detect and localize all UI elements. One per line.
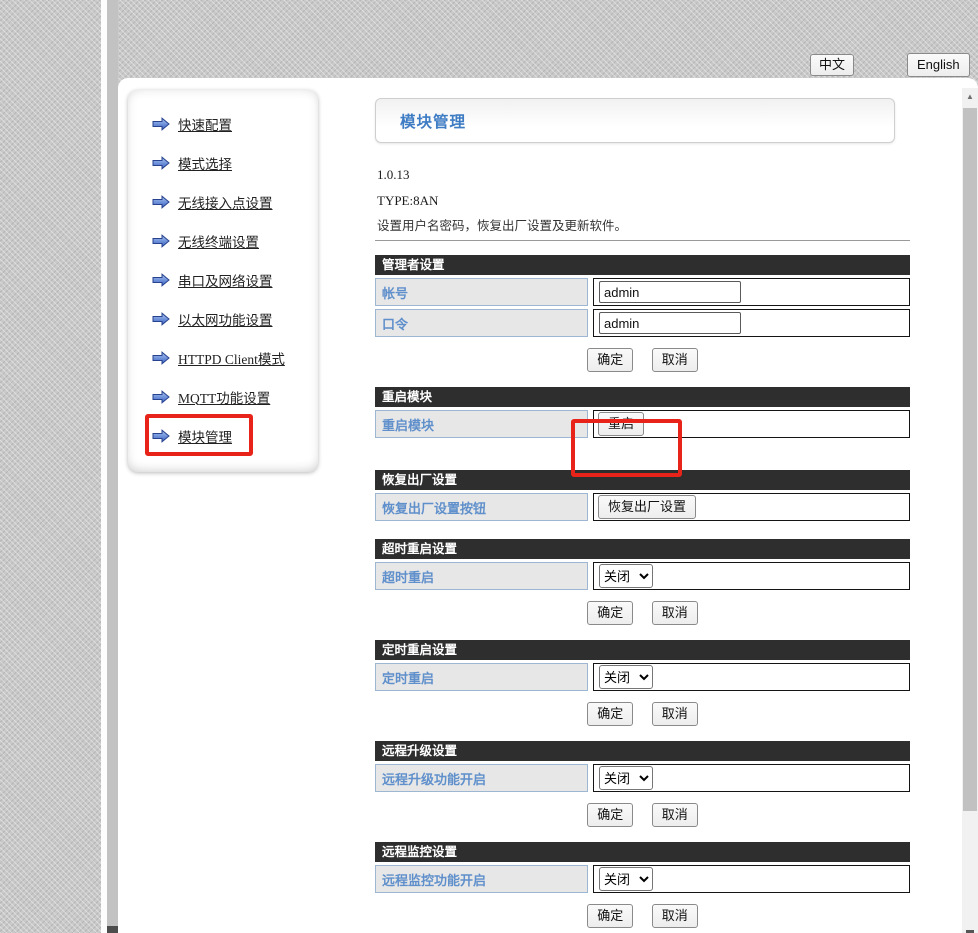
section-header: 超时重启设置 <box>375 539 910 559</box>
ok-button[interactable]: 确定 <box>587 904 633 928</box>
row-value: 关闭 <box>593 764 910 792</box>
desktop-background: 中文 English 快速配置 模式选择 无线接入点设置 无线终端设置 <box>0 0 978 933</box>
cancel-button[interactable]: 取消 <box>652 601 698 625</box>
vertical-scrollbar[interactable]: ▲ <box>962 88 978 933</box>
sidebar-item-label: 快速配置 <box>178 114 232 134</box>
row-value: 恢复出厂设置 <box>593 493 910 521</box>
arrow-icon <box>152 351 170 365</box>
actions-row: 确定 取消 <box>375 702 910 726</box>
sidebar-item-label: 以太网功能设置 <box>178 309 273 329</box>
section-scheduled-restart: 定时重启设置 定时重启 关闭 确定 取消 <box>375 640 910 726</box>
row-label: 远程监控功能开启 <box>375 865 588 893</box>
row-value: 关闭 <box>593 663 910 691</box>
actions-row: 确定 取消 <box>375 601 910 625</box>
row-label: 口令 <box>375 309 588 337</box>
cancel-button[interactable]: 取消 <box>652 348 698 372</box>
arrow-icon <box>152 195 170 209</box>
cancel-button[interactable]: 取消 <box>652 904 698 928</box>
row-value: 关闭 <box>593 865 910 893</box>
remote-upgrade-select[interactable]: 关闭 <box>599 766 653 790</box>
sidebar-item-label: 串口及网络设置 <box>178 270 273 290</box>
arrow-icon <box>152 117 170 131</box>
divider <box>375 240 910 241</box>
row-value <box>593 309 910 337</box>
table-row: 远程监控功能开启 关闭 <box>375 865 910 893</box>
ok-button[interactable]: 确定 <box>587 803 633 827</box>
device-type: TYPE:8AN <box>377 193 910 209</box>
section-header: 重启模块 <box>375 387 910 407</box>
sidebar-item-label: HTTPD Client模式 <box>178 348 285 368</box>
left-gray-strip <box>107 0 118 933</box>
section-factory-reset: 恢复出厂设置 恢复出厂设置按钮 恢复出厂设置 <box>375 470 910 521</box>
table-row: 口令 <box>375 309 910 337</box>
arrow-icon <box>152 156 170 170</box>
scrollbar-up-arrow-icon[interactable]: ▲ <box>962 88 978 104</box>
cancel-button[interactable]: 取消 <box>652 702 698 726</box>
firmware-version: 1.0.13 <box>377 167 910 183</box>
section-remote-upgrade: 远程升级设置 远程升级功能开启 关闭 确定 取消 <box>375 741 910 827</box>
actions-row: 确定 取消 <box>375 348 910 372</box>
bottom-left-fragment <box>107 926 118 933</box>
sidebar-item-quick-config[interactable]: 快速配置 <box>128 104 318 143</box>
table-row: 超时重启 关闭 <box>375 562 910 590</box>
sidebar-item-ethernet[interactable]: 以太网功能设置 <box>128 299 318 338</box>
table-row: 远程升级功能开启 关闭 <box>375 764 910 792</box>
english-language-button[interactable]: English <box>907 53 970 77</box>
sidebar-item-mode-select[interactable]: 模式选择 <box>128 143 318 182</box>
row-label: 重启模块 <box>375 410 588 438</box>
arrow-icon <box>152 273 170 287</box>
row-label: 定时重启 <box>375 663 588 691</box>
row-label: 远程升级功能开启 <box>375 764 588 792</box>
table-row: 恢复出厂设置按钮 恢复出厂设置 <box>375 493 910 521</box>
sidebar-item-label: 无线接入点设置 <box>178 192 273 212</box>
annotation-box-module-management <box>145 414 253 456</box>
sidebar-item-wireless-sta[interactable]: 无线终端设置 <box>128 221 318 260</box>
section-remote-monitor: 远程监控设置 远程监控功能开启 关闭 确定 取消 <box>375 842 910 928</box>
cancel-button[interactable]: 取消 <box>652 803 698 827</box>
sidebar-item-wireless-ap[interactable]: 无线接入点设置 <box>128 182 318 221</box>
sidebar-item-label: MQTT功能设置 <box>178 387 270 407</box>
chinese-language-button[interactable]: 中文 <box>810 54 854 76</box>
sidebar-item-label: 模式选择 <box>178 153 232 173</box>
sidebar-item-label: 无线终端设置 <box>178 231 259 251</box>
section-header: 管理者设置 <box>375 255 910 275</box>
actions-row: 确定 取消 <box>375 803 910 827</box>
ok-button[interactable]: 确定 <box>587 348 633 372</box>
row-label: 帐号 <box>375 278 588 306</box>
page-title-banner: 模块管理 <box>375 98 895 143</box>
actions-row: 确定 取消 <box>375 904 910 928</box>
section-timeout-restart: 超时重启设置 超时重启 关闭 确定 取消 <box>375 539 910 625</box>
row-label: 恢复出厂设置按钮 <box>375 493 588 521</box>
factory-reset-button[interactable]: 恢复出厂设置 <box>598 495 696 519</box>
table-row: 帐号 <box>375 278 910 306</box>
ok-button[interactable]: 确定 <box>587 702 633 726</box>
remote-monitor-select[interactable]: 关闭 <box>599 867 653 891</box>
sidebar-item-mqtt[interactable]: MQTT功能设置 <box>128 377 318 416</box>
arrow-icon <box>152 312 170 326</box>
page-title: 模块管理 <box>400 110 466 132</box>
section-header: 远程升级设置 <box>375 741 910 761</box>
sidebar-item-httpd-client[interactable]: HTTPD Client模式 <box>128 338 318 377</box>
arrow-icon <box>152 234 170 248</box>
row-label: 超时重启 <box>375 562 588 590</box>
annotation-box-restart-button <box>571 419 682 477</box>
sidebar-item-serial-network[interactable]: 串口及网络设置 <box>128 260 318 299</box>
timeout-restart-select[interactable]: 关闭 <box>599 564 653 588</box>
password-input[interactable] <box>599 312 741 334</box>
section-header: 远程监控设置 <box>375 842 910 862</box>
arrow-icon <box>152 390 170 404</box>
row-value: 关闭 <box>593 562 910 590</box>
ok-button[interactable]: 确定 <box>587 601 633 625</box>
section-header: 定时重启设置 <box>375 640 910 660</box>
account-input[interactable] <box>599 281 741 303</box>
page-description: 设置用户名密码，恢复出厂设置及更新软件。 <box>377 218 910 234</box>
content-area: 模块管理 1.0.13 TYPE:8AN 设置用户名密码，恢复出厂设置及更新软件… <box>375 98 910 933</box>
main-panel: 快速配置 模式选择 无线接入点设置 无线终端设置 串口及网络设置 以太网功能设置 <box>118 78 978 933</box>
row-value <box>593 278 910 306</box>
table-row: 定时重启 关闭 <box>375 663 910 691</box>
scheduled-restart-select[interactable]: 关闭 <box>599 665 653 689</box>
scrollbar-thumb[interactable] <box>963 108 977 811</box>
section-admin-settings: 管理者设置 帐号 口令 确定 取消 <box>375 255 910 372</box>
